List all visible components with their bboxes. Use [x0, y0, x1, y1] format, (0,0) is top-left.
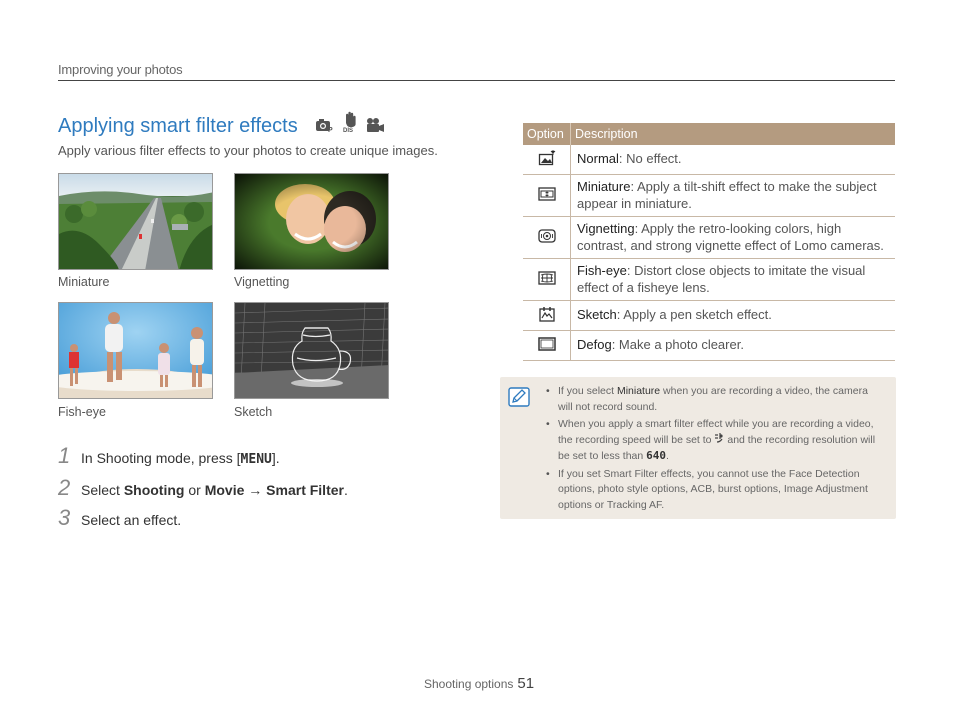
- note-item: If you set Smart Filter effects, you can…: [546, 467, 884, 514]
- table-row: Fish-eye: Distort close objects to imita…: [523, 258, 895, 301]
- normal-filter-icon: [523, 145, 571, 175]
- step-1: 1 In Shooting mode, press [MENU].: [58, 443, 280, 468]
- sketch-glass-jar-image: [234, 302, 389, 399]
- slow-speed-icon: [714, 432, 724, 446]
- column-header-description: Description: [570, 123, 895, 145]
- mode-icons: P DIS: [315, 111, 385, 138]
- table-row: Defog: Make a photo clearer.: [523, 330, 895, 361]
- table-row: Sketch: Apply a pen sketch effect.: [523, 300, 895, 331]
- note-pencil-icon: [508, 387, 530, 412]
- step-2: 2 Select Shooting or Movie → Smart Filte…: [58, 475, 348, 500]
- table-row: Normal: No effect.: [523, 145, 895, 175]
- note-item: If you select Miniature when you are rec…: [546, 384, 884, 415]
- options-table: Option Description Normal: No effect. Mi…: [523, 123, 895, 361]
- svg-text:DIS: DIS: [343, 128, 353, 133]
- step-number: 3: [58, 505, 71, 530]
- page-number: 51: [517, 675, 535, 692]
- photo-caption: Sketch: [234, 405, 273, 419]
- step-3: 3 Select an effect.: [58, 505, 182, 530]
- menu-key: MENU: [240, 452, 272, 467]
- camera-program-icon: P: [315, 118, 335, 138]
- table-row: Miniature: Apply a tilt-shift effect to …: [523, 174, 895, 217]
- note-item: When you apply a smart filter effect whi…: [546, 417, 884, 465]
- step-number: 1: [58, 443, 71, 468]
- defog-filter-icon: [523, 330, 571, 361]
- highway-aerial-image: [58, 173, 213, 270]
- photo-caption: Vignetting: [234, 275, 290, 289]
- svg-text:P: P: [328, 127, 333, 133]
- couple-on-grass-image: [234, 173, 389, 270]
- column-header-option: Option: [523, 123, 571, 145]
- section-label: Improving your photos: [58, 62, 183, 77]
- dual-is-icon: DIS: [341, 111, 359, 138]
- miniature-filter-icon: [523, 174, 571, 217]
- family-on-beach-image: [58, 302, 213, 399]
- header-rule: [58, 80, 895, 81]
- page-title: Applying smart filter effects: [58, 115, 298, 137]
- photo-caption: Miniature: [58, 275, 110, 289]
- table-row: Vignetting: Apply the retro-looking colo…: [523, 216, 895, 259]
- vignetting-filter-icon: [523, 216, 571, 259]
- movie-icon: [365, 117, 385, 138]
- intro-text: Apply various filter effects to your pho…: [58, 143, 438, 158]
- note-box: If you select Miniature when you are rec…: [500, 377, 896, 519]
- resolution-640-icon: 640: [646, 449, 667, 462]
- page-footer: Shooting options 51: [424, 675, 535, 692]
- step-number: 2: [58, 475, 71, 500]
- photo-caption: Fish-eye: [58, 405, 106, 419]
- fisheye-filter-icon: [523, 258, 571, 301]
- sketch-filter-icon: [523, 300, 571, 331]
